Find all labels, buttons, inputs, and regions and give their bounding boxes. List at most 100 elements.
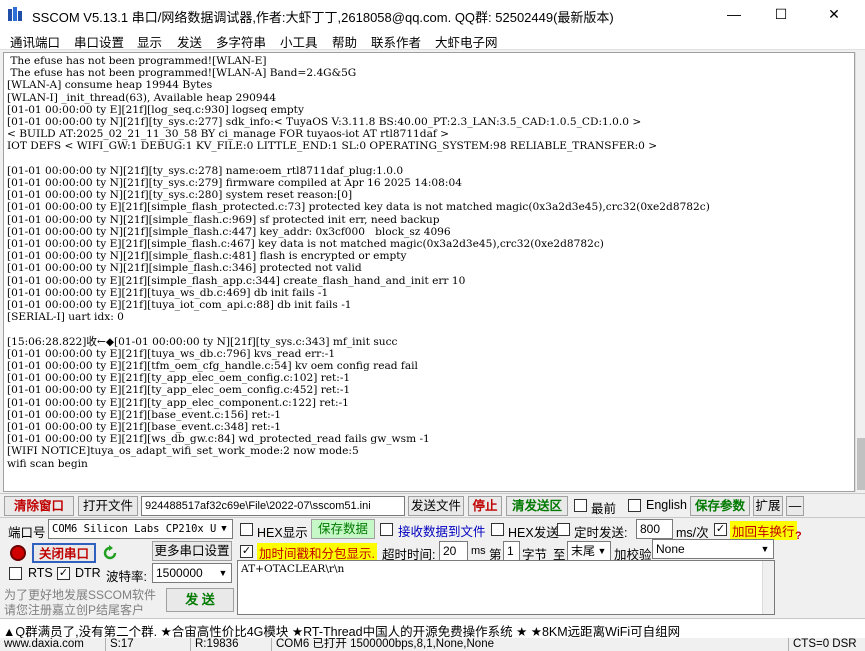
english-checkbox[interactable] [628,499,641,512]
port-label: 端口号 [8,526,46,540]
terminal-line: IOT DEFS < WIFI_GW:1 DEBUG:1 KV_FILE:0 L… [7,140,658,153]
menu-contact-author[interactable]: 联系作者 [371,32,421,51]
english-label: English [646,498,687,512]
hex-send-checkbox[interactable] [491,523,504,536]
port-status-led [10,545,26,561]
menu-daxia-site[interactable]: 大虾电子网 [435,32,498,51]
terminal-line: [01-01 00:00:00 ty E][21f][simple_flash_… [7,274,466,287]
refresh-icon[interactable] [101,544,119,562]
checksum-select-value: None [656,542,685,556]
send-button[interactable]: 发 送 [166,588,234,612]
timeout-input[interactable]: 20 [439,541,468,561]
rts-label: RTS [28,566,53,580]
save-params-button[interactable]: 保存参数 [690,496,750,516]
title-bar: SSCOM V5.13.1 串口/网络数据调试器,作者:大虾丁丁,2618058… [0,0,865,29]
port-select-value: COM6 Silicon Labs CP210x U [52,523,217,535]
expand-button[interactable]: 扩展 [753,496,783,516]
checksum-select[interactable]: None ▼ [652,539,774,559]
clear-send-area-button[interactable]: 清发送区 [506,496,568,516]
terminal-line: [01-01 00:00:00 ty N][21f][ty_sys.c:279]… [7,177,462,189]
terminal-line: [01-01 00:00:00 ty N][21f][ty_sys.c:280]… [7,189,353,202]
terminal-line: [01-01 00:00:00 ty E][21f][ty_app_elec_c… [7,396,349,409]
menu-send[interactable]: 发送 [177,32,202,51]
close-button[interactable]: ✕ [811,0,857,29]
page-input[interactable]: 1 [503,541,520,561]
end-position-select[interactable]: 末尾 ▼ [567,541,611,561]
terminal-line: [01-01 00:00:00 ty E][21f][tuya_ws_db.c:… [7,347,336,360]
terminal-line: [SERIAL-I] uart idx: 0 [7,311,124,324]
hex-display-label: HEX显示 [257,526,308,540]
terminal-line: The efuse has not been programmed![WLAN-… [7,55,267,67]
topmost-checkbox[interactable] [574,499,587,512]
terminal-line: [01-01 00:00:00 ty E][21f][tuya_ws_db.c:… [7,286,329,299]
timestamp-checkbox[interactable]: ✓ [240,545,253,558]
send-input[interactable]: AT+OTACLEAR\r\n [237,560,775,615]
recv-to-file-label[interactable]: 接收数据到文件 [398,521,486,540]
terminal-line: [01-01 00:00:00 ty N][21f][simple_flash.… [7,213,440,226]
status-signals: CTS=0 DSR [788,638,865,651]
port-select[interactable]: COM6 Silicon Labs CP210x U ▼ [48,519,233,539]
menu-multi-string[interactable]: 多字符串 [216,32,266,51]
minimize-button[interactable]: — [711,0,757,29]
open-file-button[interactable]: 打开文件 [78,496,138,516]
menu-display[interactable]: 显示 [137,32,162,51]
more-port-settings-button[interactable]: 更多串口设置 [152,541,232,561]
terminal-line: < BUILD AT:2025_02_21_11_30_58 BY ci_man… [7,128,450,141]
timed-send-checkbox[interactable] [557,523,570,536]
timed-send-label: 定时发送: [574,526,628,540]
hex-display-checkbox[interactable] [240,523,253,536]
chevron-down-icon: ▼ [760,544,770,554]
chevron-down-icon: ▼ [218,568,228,578]
dtr-label: DTR [75,566,101,580]
send-scrollbar[interactable] [762,561,774,614]
baud-select[interactable]: 1500000 ▼ [152,563,232,583]
stop-button[interactable]: 停止 [468,496,502,516]
chevron-down-icon: ▼ [597,546,607,556]
menu-comm-port[interactable]: 通讯端口 [10,32,60,51]
menu-port-settings[interactable]: 串口设置 [74,32,124,51]
receive-area[interactable]: The efuse has not been programmed![WLAN-… [3,52,855,492]
close-port-button[interactable]: 关闭串口 [32,543,96,563]
terminal-line: [01-01 00:00:00 ty N][21f][ty_sys.c:278]… [7,164,404,177]
terminal-line: [01-01 00:00:00 ty N][21f][simple_flash.… [7,225,451,238]
terminal-line: [01-01 00:00:00 ty E][21f][base_event.c:… [7,408,282,421]
file-path-field[interactable]: 924488517af32c69e\File\2022-07\sscom51.i… [141,496,405,516]
send-file-button[interactable]: 发送文件 [408,496,464,516]
timeout-unit-label: ms [471,545,486,557]
add-crlf-label: 加回车换行 [730,521,797,540]
ad-ticker[interactable]: ▲Q群满员了,没有第二个群. ★合宙高性价比4G模块 ★RT-Thread中国人… [0,618,865,639]
rts-checkbox[interactable] [9,567,22,580]
divider [0,493,865,494]
receive-scrollbar[interactable] [855,52,865,492]
hex-send-label: HEX发送 [508,526,559,540]
divider [0,517,865,518]
add-crlf-checkbox[interactable]: ✓ [714,523,727,536]
menu-tools[interactable]: 小工具 [280,32,318,51]
help-mark[interactable]: ? [795,530,802,542]
terminal-line: [WLAN-A] consume heap 19944 Bytes [7,79,213,92]
terminal-line: [01-01 00:00:00 ty N][21f][simple_flash.… [7,250,407,263]
promo-line-2: 请您注册嘉立创P结尾客户 [4,603,145,617]
status-website[interactable]: www.daxia.com [0,638,104,651]
status-sent-count: S:17 [105,638,189,651]
status-received-count: R:19836 [190,638,270,651]
maximize-button[interactable]: ☐ [758,0,804,29]
save-data-button[interactable]: 保存数据 [311,519,375,539]
terminal-line: [01-01 00:00:00 ty N][21f][simple_flash.… [7,262,362,275]
recv-to-file-checkbox[interactable] [380,523,393,536]
terminal-line: [01-01 00:00:00 ty E][21f][simple_flash_… [7,201,710,214]
dtr-checkbox[interactable]: ✓ [57,567,70,580]
clear-window-button[interactable]: 清除窗口 [4,496,74,516]
sscom-app-icon [8,7,22,21]
topmost-label: 最前 [591,502,617,516]
baud-select-value: 1500000 [156,566,203,580]
terminal-line: [15:06:28.822]收←◆[01-01 00:00:00 ty N][2… [7,335,398,348]
menu-help[interactable]: 帮助 [332,32,357,51]
timed-interval-input[interactable]: 800 [636,519,673,539]
collapse-button[interactable]: — [786,496,804,516]
scrollbar-thumb[interactable] [857,438,865,490]
terminal-line: [01-01 00:00:00 ty E][21f][tfm_oem_cfg_h… [7,360,418,372]
terminal-line: [01-01 00:00:00 ty N][21f][ty_sys.c:277]… [7,116,642,128]
status-bar: www.daxia.com S:17 R:19836 COM6 已打开 1500… [0,638,865,651]
window-title: SSCOM V5.13.1 串口/网络数据调试器,作者:大虾丁丁,2618058… [32,10,614,25]
